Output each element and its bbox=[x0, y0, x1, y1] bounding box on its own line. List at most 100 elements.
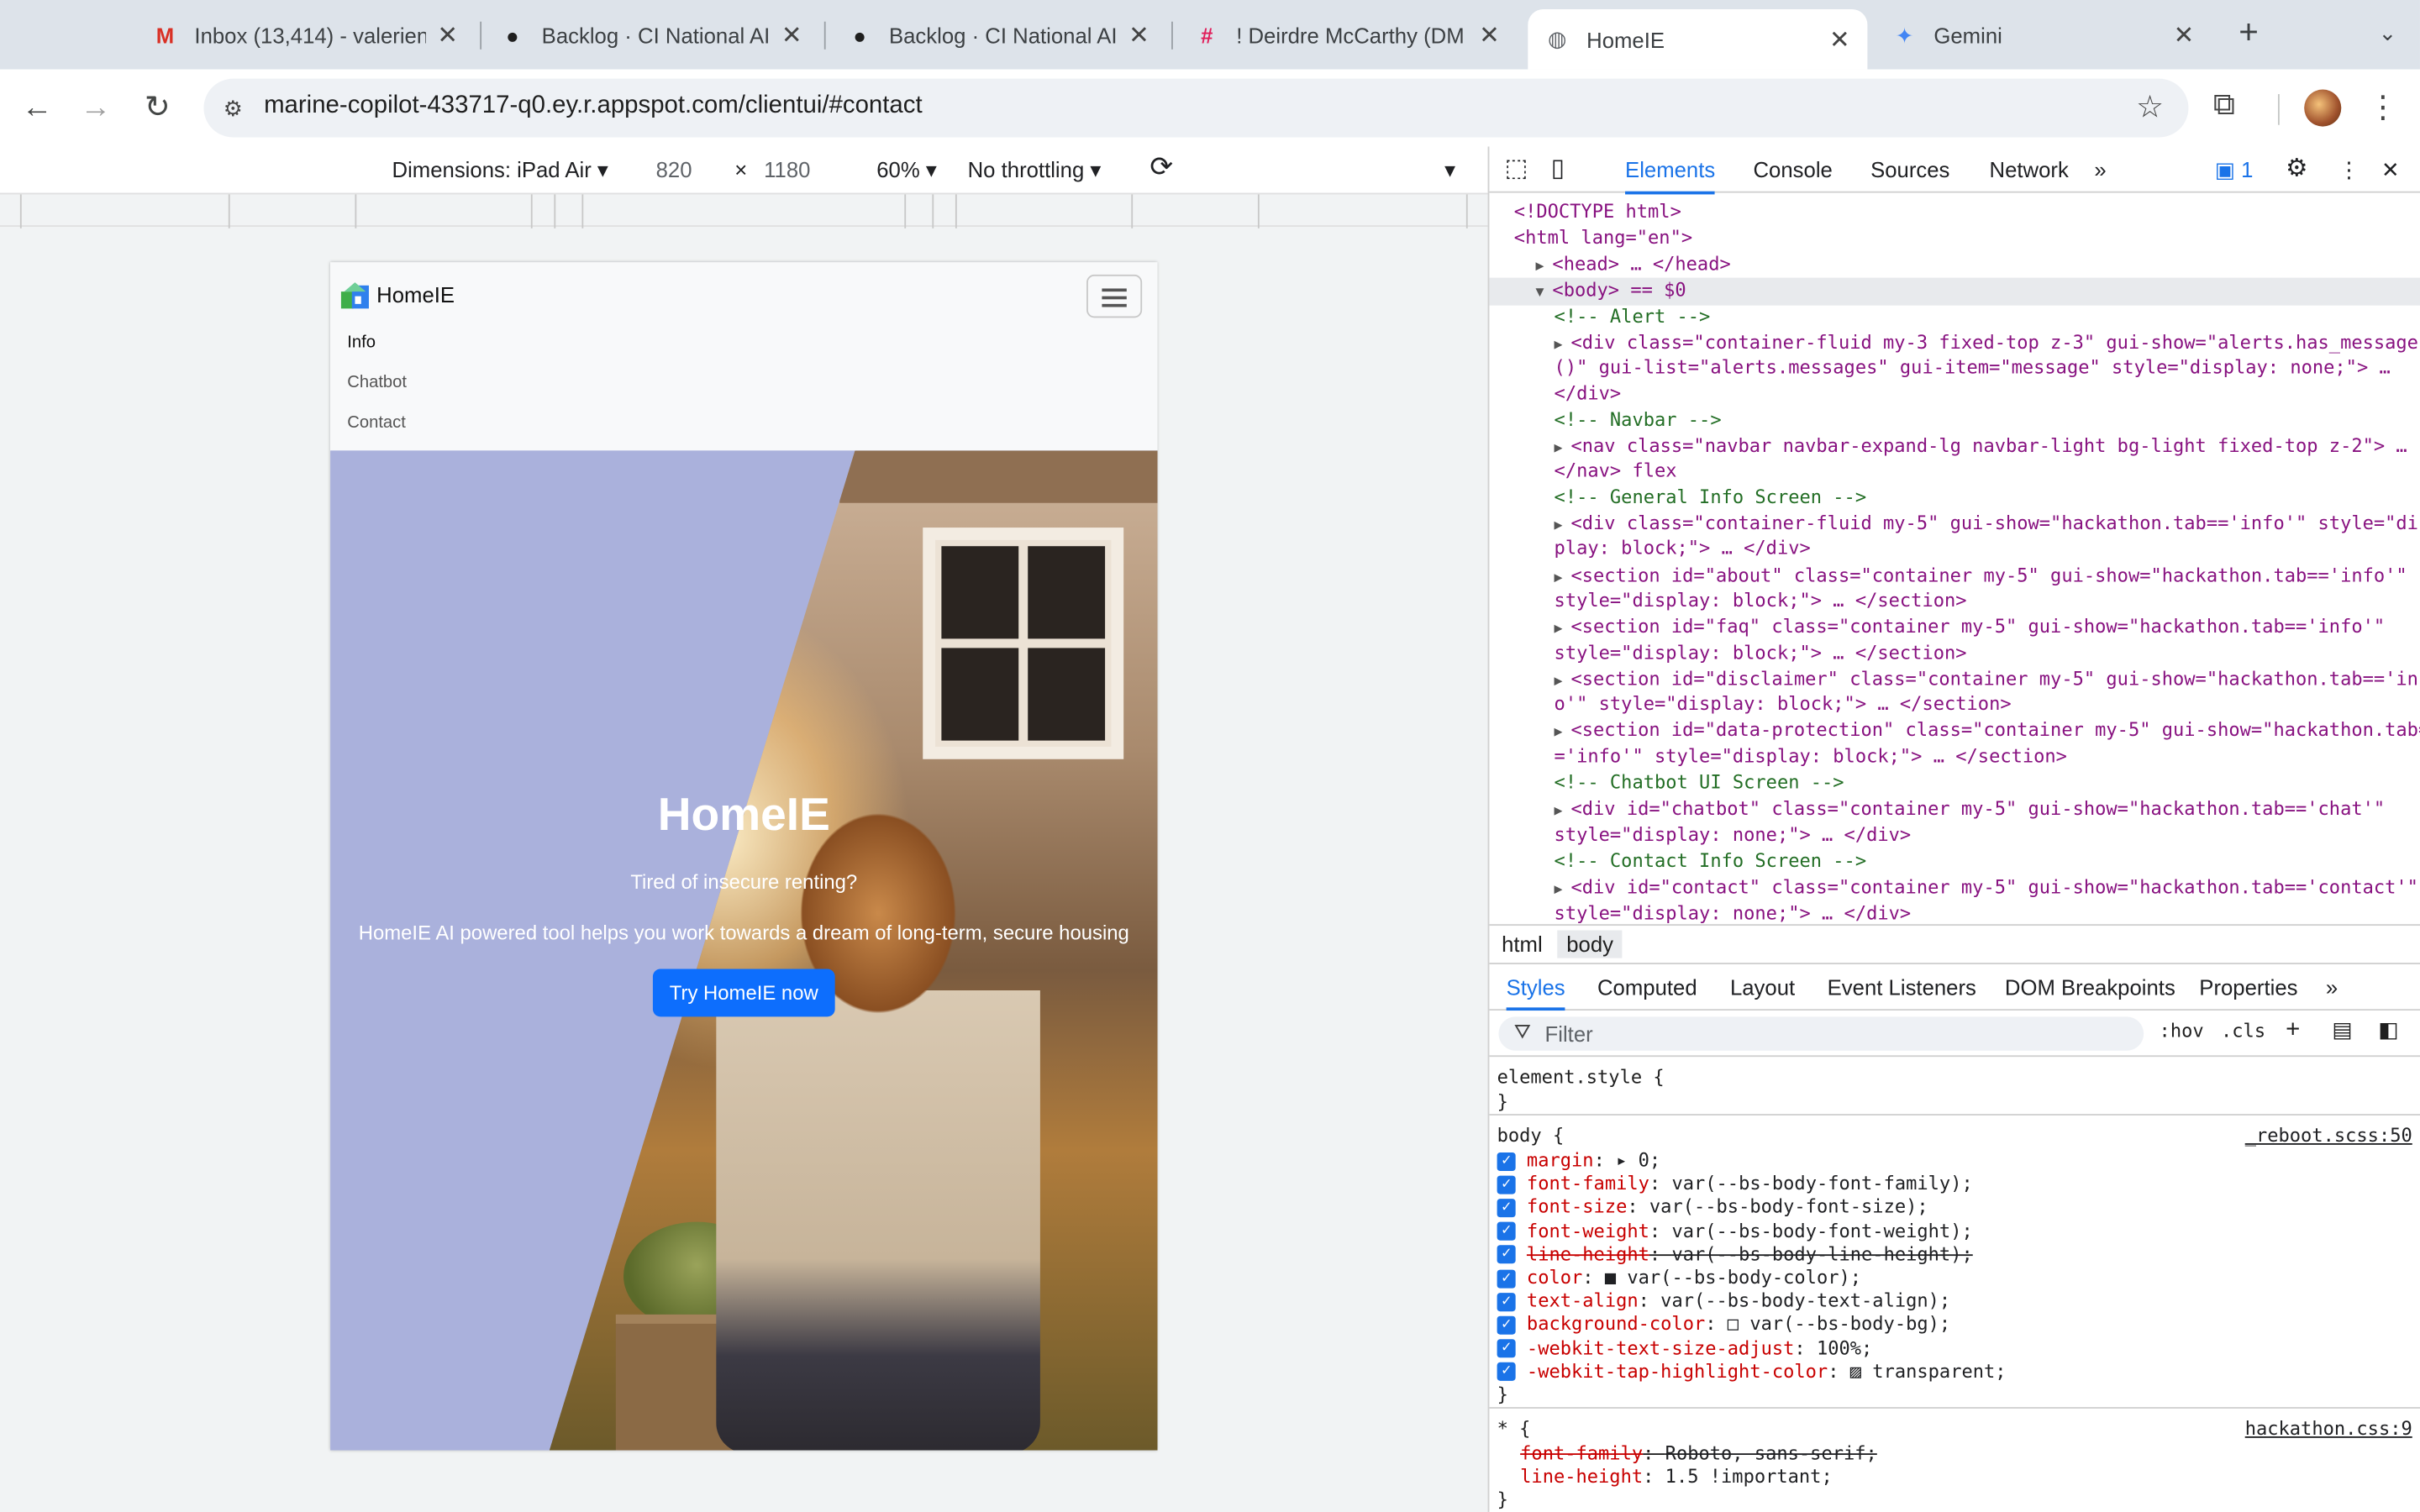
dom-node-line[interactable]: style="display: block;"> … </section> bbox=[1489, 588, 2420, 612]
tab-layout[interactable]: Layout bbox=[1730, 975, 1795, 1000]
device-dimensions-select[interactable]: Dimensions: iPad Air ▾ bbox=[392, 157, 608, 183]
dom-node-line[interactable]: <!-- Navbar --> bbox=[1489, 407, 2420, 432]
dom-node-line[interactable]: ▶ <section id="disclaimer" class="contai… bbox=[1489, 666, 2420, 694]
dom-node-line[interactable]: ▶ <head> … </head> bbox=[1489, 251, 2420, 279]
url-text[interactable]: marine-copilot-433717-q0.ey.r.appspot.co… bbox=[264, 92, 923, 120]
browser-tab[interactable]: ✦ Gemini ✕ bbox=[1876, 9, 2212, 61]
paint-icon[interactable]: ▤ bbox=[2332, 1016, 2352, 1042]
dom-tree[interactable]: <!DOCTYPE html> <html lang="en"> ▶ <head> … bbox=[1489, 193, 2420, 924]
issues-badge[interactable]: ▣ 1 bbox=[2215, 157, 2254, 183]
reload-icon[interactable]: ↻ bbox=[137, 88, 177, 129]
expand-arrow-icon[interactable]: ▶ bbox=[1555, 804, 1571, 819]
throttling-select[interactable]: No throttling ▾ bbox=[968, 157, 1102, 183]
css-property-line[interactable]: ✓ font-weight: var(--bs-body-font-weight… bbox=[1489, 1220, 2420, 1243]
tab-console[interactable]: Console bbox=[1753, 157, 1832, 181]
sidebar-toggle-icon[interactable]: ◧ bbox=[2378, 1016, 2398, 1042]
bookmark-star-icon[interactable]: ☆ bbox=[2136, 88, 2164, 127]
dom-node-line[interactable]: </div> bbox=[1489, 381, 2420, 406]
expand-arrow-icon[interactable]: ▶ bbox=[1555, 675, 1571, 690]
rotate-icon[interactable]: ⟳ bbox=[1150, 151, 1173, 184]
expand-arrow-icon[interactable]: ▶ bbox=[1555, 518, 1571, 533]
property-checkbox[interactable]: ✓ bbox=[1497, 1362, 1516, 1382]
extensions-icon[interactable]: ⧉ bbox=[2213, 88, 2235, 123]
forward-icon[interactable]: → bbox=[76, 88, 116, 129]
tab-close-icon[interactable]: ✕ bbox=[780, 20, 804, 51]
css-source-link[interactable]: hackathon.css:9 bbox=[2245, 1418, 2412, 1440]
property-checkbox[interactable]: ✓ bbox=[1497, 1152, 1516, 1171]
dom-node-line[interactable]: ▶ <section id="about" class="container m… bbox=[1489, 563, 2420, 591]
dom-node-line[interactable]: ▶ <section id="data-protection" class="c… bbox=[1489, 717, 2420, 745]
dom-node-line[interactable]: <!DOCTYPE html> bbox=[1489, 199, 2420, 223]
css-source-link[interactable]: _reboot.scss:50 bbox=[2245, 1125, 2412, 1147]
device-toggle-icon[interactable]: ▯ bbox=[1551, 153, 1565, 184]
expand-arrow-icon[interactable]: ▼ bbox=[1536, 286, 1553, 301]
dom-node-line[interactable]: play: block;"> … </div> bbox=[1489, 535, 2420, 559]
inspect-element-icon[interactable]: ⬚ bbox=[1505, 153, 1528, 184]
dom-node-line[interactable]: </nav> flex bbox=[1489, 458, 2420, 482]
device-height-input[interactable]: 1180 bbox=[764, 157, 810, 181]
dom-node-line[interactable]: ▼ <body> == $0 bbox=[1489, 277, 2420, 306]
expand-arrow-icon[interactable]: ▶ bbox=[1555, 338, 1571, 353]
tab-dom-breakpoints[interactable]: DOM Breakpoints bbox=[2005, 975, 2175, 1000]
tab-sources[interactable]: Sources bbox=[1870, 157, 1949, 181]
dom-node-line[interactable]: ▶ <div class="container-fluid my-5" gui-… bbox=[1489, 511, 2420, 538]
zoom-select[interactable]: 60% ▾ bbox=[876, 157, 937, 183]
tab-close-icon[interactable]: ✕ bbox=[1828, 24, 1852, 55]
css-property-line[interactable]: ✓ font-family: var(--bs-body-font-family… bbox=[1489, 1173, 2420, 1196]
property-checkbox[interactable]: ✓ bbox=[1497, 1174, 1516, 1194]
dom-node-line[interactable]: <!-- Chatbot UI Screen --> bbox=[1489, 770, 2420, 795]
expand-arrow-icon[interactable]: ▶ bbox=[1555, 725, 1571, 740]
device-width-input[interactable]: 820 bbox=[656, 157, 692, 181]
browser-tab[interactable]: ◍ HomeIE ✕ bbox=[1528, 9, 1868, 70]
more-pane-tabs-icon[interactable]: » bbox=[2326, 975, 2338, 1000]
browser-menu-icon[interactable]: ⋮ bbox=[2367, 88, 2398, 127]
expand-arrow-icon[interactable]: ▶ bbox=[1555, 441, 1571, 456]
device-options-icon[interactable]: ▾ bbox=[1444, 157, 1455, 183]
tab-properties[interactable]: Properties bbox=[2199, 975, 2297, 1000]
css-property-line[interactable]: ✓ font-size: var(--bs-body-font-size); bbox=[1489, 1196, 2420, 1220]
breadcrumb-html[interactable]: html bbox=[1492, 931, 1552, 958]
try-homeie-button[interactable]: Try HomeIE now bbox=[652, 969, 835, 1017]
css-property-line[interactable]: line-height: 1.5 !important; bbox=[1489, 1466, 2420, 1489]
tab-event-listeners[interactable]: Event Listeners bbox=[1828, 975, 1976, 1000]
tab-search-icon[interactable]: ⌄ bbox=[2370, 15, 2404, 49]
css-selector[interactable]: element.style { bbox=[1489, 1066, 2420, 1089]
nav-link-chatbot[interactable]: Chatbot bbox=[347, 373, 407, 391]
address-bar[interactable]: ⚙ marine-copilot-433717-q0.ey.r.appspot.… bbox=[203, 78, 2189, 138]
tab-styles[interactable]: Styles bbox=[1506, 975, 1565, 1011]
dom-node-line[interactable]: o'" style="display: block;"> … </section… bbox=[1489, 691, 2420, 716]
css-property-line[interactable]: ✓ -webkit-text-size-adjust: 100%; bbox=[1489, 1337, 2420, 1361]
navbar-toggler-button[interactable] bbox=[1086, 274, 1143, 318]
property-checkbox[interactable]: ✓ bbox=[1497, 1315, 1516, 1335]
back-icon[interactable]: ← bbox=[17, 88, 57, 129]
close-devtools-icon[interactable]: ✕ bbox=[2381, 157, 2400, 183]
css-property-line[interactable]: font-family: Roboto, sans-serif; bbox=[1489, 1442, 2420, 1466]
tab-close-icon[interactable]: ✕ bbox=[1477, 20, 1502, 51]
dom-node-line[interactable]: style="display: none;"> … </div> bbox=[1489, 901, 2420, 924]
css-property-line[interactable]: ✓ color: ■ var(--bs-body-color); bbox=[1489, 1267, 2420, 1290]
tab-network[interactable]: Network bbox=[1990, 157, 2069, 181]
dom-node-line[interactable]: style="display: none;"> … </div> bbox=[1489, 822, 2420, 847]
css-property-line[interactable]: ✓ text-align: var(--bs-body-text-align); bbox=[1489, 1290, 2420, 1314]
profile-avatar[interactable] bbox=[2304, 89, 2342, 127]
expand-arrow-icon[interactable]: ▶ bbox=[1555, 883, 1571, 898]
css-property-line[interactable]: ✓ background-color: □ var(--bs-body-bg); bbox=[1489, 1314, 2420, 1337]
property-checkbox[interactable]: ✓ bbox=[1497, 1198, 1516, 1217]
cls-toggle[interactable]: .cls bbox=[2221, 1020, 2265, 1042]
dom-node-line[interactable]: ▶ <div class="container-fluid my-3 fixed… bbox=[1489, 330, 2420, 358]
dom-node-line[interactable]: <!-- Contact Info Screen --> bbox=[1489, 848, 2420, 873]
dom-node-line[interactable]: ▶ <div id="chatbot" class="container my-… bbox=[1489, 796, 2420, 824]
tab-close-icon[interactable]: ✕ bbox=[1127, 20, 1151, 51]
site-settings-icon[interactable]: ⚙ bbox=[219, 94, 247, 122]
property-checkbox[interactable]: ✓ bbox=[1497, 1245, 1516, 1264]
dom-node-line[interactable]: ▶ <section id="faq" class="container my-… bbox=[1489, 614, 2420, 642]
browser-tab[interactable]: ● Backlog · CI National AI ✕ bbox=[830, 9, 1166, 61]
browser-tab[interactable]: M Inbox (13,414) - valerien ✕ bbox=[136, 9, 476, 61]
dom-node-line[interactable]: <html lang="en"> bbox=[1489, 225, 2420, 249]
property-checkbox[interactable]: ✓ bbox=[1497, 1268, 1516, 1288]
dom-node-line[interactable]: <!-- Alert --> bbox=[1489, 304, 2420, 328]
css-property-line[interactable]: ✓ margin: ▸ 0; bbox=[1489, 1149, 2420, 1173]
hov-toggle[interactable]: :hov bbox=[2160, 1020, 2204, 1042]
nav-link-info[interactable]: Info bbox=[347, 333, 376, 352]
property-checkbox[interactable]: ✓ bbox=[1497, 1339, 1516, 1358]
